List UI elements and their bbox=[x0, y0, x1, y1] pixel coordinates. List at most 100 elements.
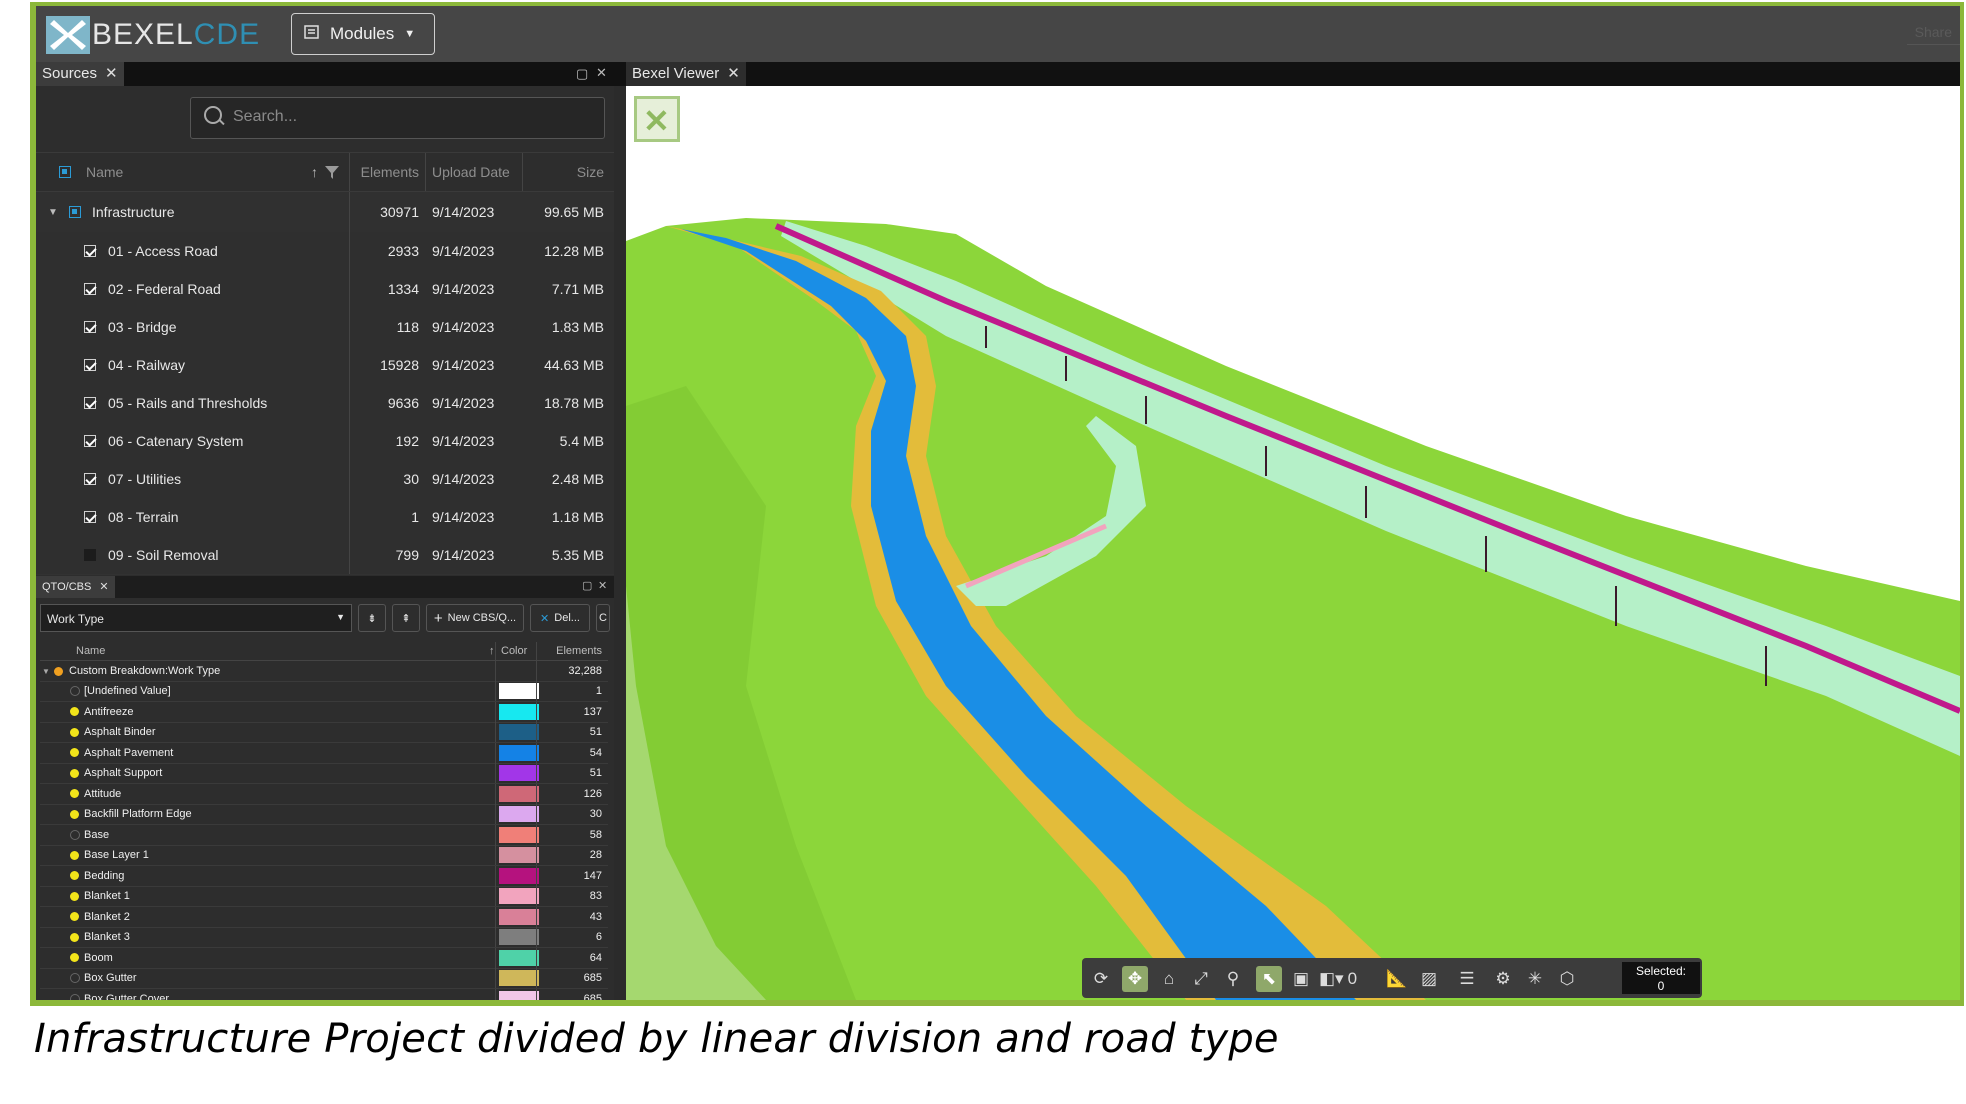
color-swatch[interactable] bbox=[499, 908, 539, 925]
row-checkbox[interactable] bbox=[84, 422, 96, 460]
col-elements[interactable]: Elements bbox=[349, 153, 419, 191]
qto-row[interactable]: Boom 64 bbox=[40, 947, 608, 969]
tab-qto[interactable]: QTO/CBS ✕ bbox=[36, 576, 115, 598]
maximize-icon[interactable]: ▢ bbox=[582, 579, 592, 592]
expand-chevron-icon[interactable]: ▼ bbox=[48, 192, 58, 232]
qto-row[interactable]: Asphalt Binder 51 bbox=[40, 722, 608, 743]
color-swatch[interactable] bbox=[499, 785, 539, 802]
source-row[interactable]: 08 - Terrain 1 9/14/2023 1.18 MB bbox=[36, 498, 614, 537]
color-swatch[interactable] bbox=[499, 847, 539, 863]
col-size[interactable]: Size bbox=[522, 153, 604, 191]
row-checkbox[interactable] bbox=[69, 192, 81, 232]
source-row[interactable]: 06 - Catenary System 192 9/14/2023 5.4 MB bbox=[36, 422, 614, 461]
select-icon[interactable]: ⬉ bbox=[1256, 966, 1282, 992]
expand-chevron-icon[interactable]: ▼ bbox=[42, 661, 50, 681]
color-swatch[interactable] bbox=[499, 929, 539, 945]
image-icon[interactable]: ▨ bbox=[1416, 966, 1442, 992]
row-checkbox[interactable] bbox=[84, 536, 96, 574]
3d-viewer[interactable]: ✕ bbox=[626, 86, 1960, 1000]
color-swatch[interactable] bbox=[499, 683, 539, 699]
measure-icon[interactable]: 📐 bbox=[1384, 966, 1410, 992]
sort-icon[interactable]: ↑ bbox=[311, 153, 318, 191]
close-icon[interactable]: ✕ bbox=[105, 65, 118, 82]
close-icon[interactable]: ✕ bbox=[727, 65, 740, 82]
qto-row[interactable]: Antifreeze 137 bbox=[40, 701, 608, 723]
qto-row[interactable]: Blanket 3 6 bbox=[40, 927, 608, 948]
close-icon[interactable]: ✕ bbox=[99, 581, 108, 593]
share-button[interactable]: Share bbox=[1906, 20, 1960, 45]
row-checkbox[interactable] bbox=[84, 460, 96, 498]
tab-bexel-viewer[interactable]: Bexel Viewer ✕ bbox=[626, 62, 746, 86]
walk-icon[interactable]: ⚲ bbox=[1220, 966, 1246, 992]
modules-button[interactable]: Modules ▼ bbox=[291, 13, 435, 55]
source-row[interactable]: 01 - Access Road 2933 9/14/2023 12.28 MB bbox=[36, 232, 614, 271]
search-input[interactable]: Search... bbox=[190, 97, 605, 139]
row-checkbox[interactable] bbox=[84, 498, 96, 536]
color-swatch[interactable] bbox=[499, 888, 539, 904]
explode-icon[interactable]: ✳ bbox=[1522, 966, 1548, 992]
settings-icon[interactable]: ⚙ bbox=[1490, 966, 1516, 992]
close-panel-icon[interactable]: ✕ bbox=[596, 65, 607, 81]
color-swatch[interactable] bbox=[499, 744, 539, 761]
orbit-icon[interactable]: ⟳ bbox=[1088, 966, 1114, 992]
close-panel-icon[interactable]: ✕ bbox=[598, 579, 607, 592]
col-name[interactable]: Name bbox=[86, 153, 123, 191]
qto-row[interactable]: Base 58 bbox=[40, 824, 608, 846]
color-swatch[interactable] bbox=[499, 867, 539, 884]
qto-row[interactable]: Asphalt Pavement 54 bbox=[40, 742, 608, 764]
qto-row[interactable]: [Undefined Value] 1 bbox=[40, 681, 608, 702]
qto-row[interactable]: Base Layer 1 28 bbox=[40, 845, 608, 866]
source-row[interactable]: 04 - Railway 15928 9/14/2023 44.63 MB bbox=[36, 346, 614, 385]
color-swatch[interactable] bbox=[499, 826, 539, 843]
home-view-icon[interactable]: ⌂ bbox=[1156, 966, 1182, 992]
maximize-icon[interactable]: ▢ bbox=[576, 66, 588, 82]
color-swatch[interactable] bbox=[499, 949, 539, 966]
row-checkbox[interactable] bbox=[84, 346, 96, 384]
model-render[interactable] bbox=[626, 86, 1960, 1000]
filter-icon[interactable] bbox=[324, 153, 340, 191]
color-swatch[interactable] bbox=[499, 806, 539, 822]
qto-row[interactable]: Asphalt Support 51 bbox=[40, 763, 608, 784]
row-checkbox[interactable] bbox=[84, 232, 96, 270]
source-row[interactable]: 09 - Soil Removal 799 9/14/2023 5.35 MB bbox=[36, 536, 614, 575]
row-checkbox[interactable] bbox=[84, 308, 96, 346]
source-row[interactable]: 03 - Bridge 118 9/14/2023 1.83 MB bbox=[36, 308, 614, 347]
color-swatch[interactable] bbox=[499, 765, 539, 781]
color-swatch[interactable] bbox=[499, 970, 539, 986]
qto-root-row[interactable]: ▼ Custom Breakdown:Work Type 32,288 bbox=[40, 661, 608, 682]
source-row-parent[interactable]: ▼ Infrastructure 30971 9/14/2023 99.65 M… bbox=[36, 192, 614, 233]
col-color[interactable]: Color bbox=[501, 642, 527, 660]
zoom-extents-icon[interactable]: ⤢ bbox=[1188, 966, 1214, 992]
qto-row[interactable]: Blanket 2 43 bbox=[40, 906, 608, 928]
qto-row[interactable]: Bedding 147 bbox=[40, 865, 608, 887]
tab-sources[interactable]: Sources ✕ bbox=[36, 62, 124, 86]
select-all-checkbox[interactable] bbox=[59, 153, 71, 191]
collapse-all-icon[interactable]: ⇞ bbox=[392, 604, 420, 632]
col-elements[interactable]: Elements bbox=[536, 642, 602, 660]
pan-icon[interactable]: ✥ bbox=[1122, 966, 1148, 992]
qto-row[interactable]: Box Gutter 685 bbox=[40, 968, 608, 989]
work-type-select[interactable]: Work Type ▼ bbox=[40, 604, 352, 632]
source-row[interactable]: 02 - Federal Road 1334 9/14/2023 7.71 MB bbox=[36, 270, 614, 309]
list-icon[interactable]: ☰ bbox=[1454, 966, 1480, 992]
delete-button[interactable]: ✕ Del... bbox=[530, 604, 590, 632]
qto-row[interactable]: Blanket 1 83 bbox=[40, 886, 608, 907]
views-icon[interactable]: ◧▾ 0 bbox=[1319, 966, 1357, 992]
sort-icon[interactable]: ↑ bbox=[489, 642, 495, 660]
color-swatch[interactable] bbox=[499, 724, 539, 740]
box-select-icon[interactable]: ▣ bbox=[1288, 966, 1314, 992]
col-upload-date[interactable]: Upload Date bbox=[432, 153, 510, 191]
color-swatch[interactable] bbox=[499, 990, 539, 1000]
qto-row[interactable]: Backfill Platform Edge 30 bbox=[40, 804, 608, 825]
source-row[interactable]: 05 - Rails and Thresholds 9636 9/14/2023 18… bbox=[36, 384, 614, 423]
overflow-button[interactable]: C bbox=[596, 604, 610, 632]
color-swatch[interactable] bbox=[499, 703, 539, 720]
col-name[interactable]: Name bbox=[76, 642, 105, 660]
row-checkbox[interactable] bbox=[84, 270, 96, 308]
qto-row[interactable]: Box Gutter Cover 685 bbox=[40, 988, 608, 1000]
cube-icon[interactable]: ⬡ bbox=[1554, 966, 1580, 992]
source-row[interactable]: 07 - Utilities 30 9/14/2023 2.48 MB bbox=[36, 460, 614, 499]
row-checkbox[interactable] bbox=[84, 384, 96, 422]
new-cbs-button[interactable]: + New CBS/Q... bbox=[426, 604, 524, 632]
expand-all-icon[interactable]: ⇟ bbox=[358, 604, 386, 632]
